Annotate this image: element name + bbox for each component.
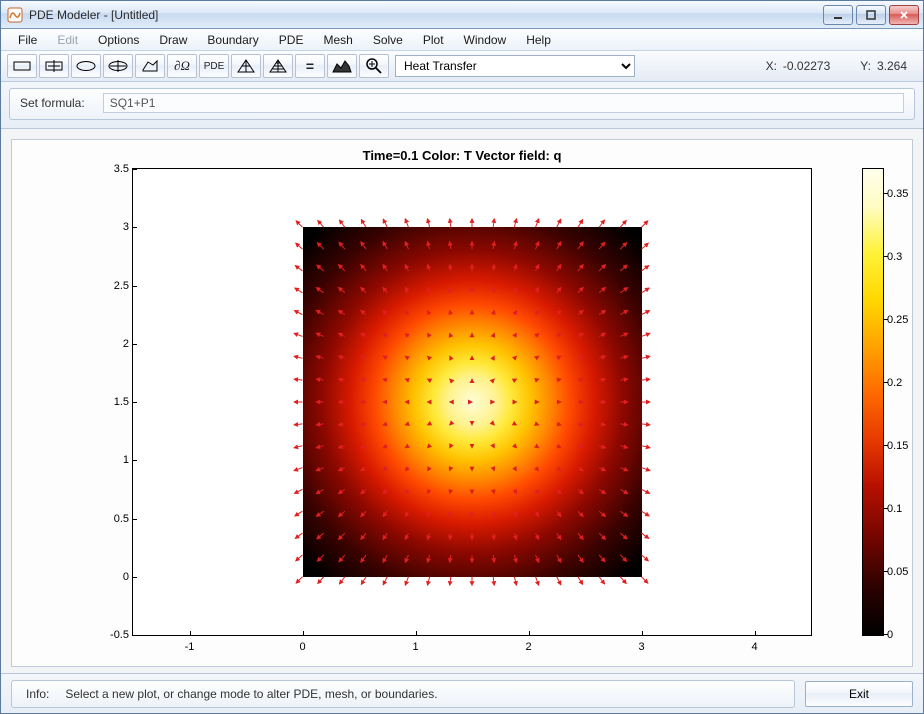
titlebar: PDE Modeler - [Untitled] [1,1,923,29]
menu-help[interactable]: Help [517,31,560,49]
formula-label: Set formula: [20,96,85,110]
y-tick: -0.5 [101,629,129,641]
menu-options[interactable]: Options [89,31,148,49]
menu-solve[interactable]: Solve [364,31,412,49]
y-tick: 0 [101,571,129,583]
colorbar-tick: 0.25 [887,314,919,326]
zoom-icon[interactable] [359,54,389,78]
y-tick: 3.5 [101,163,129,175]
maximize-button[interactable] [856,5,886,25]
app-icon [7,7,23,23]
pde-icon[interactable]: PDE [199,54,229,78]
toolbar: ∂Ω PDE = Heat Transfer X: -0.02273 Y: 3.26… [1,51,923,82]
x-tick: -1 [185,641,195,653]
formula-panel: Set formula: [9,88,915,120]
mesh-refine-icon[interactable] [263,54,293,78]
colorbar-tick: 0.35 [887,188,919,200]
menu-file[interactable]: File [9,31,46,49]
plot-solution-icon[interactable] [327,54,357,78]
chart-title: Time=0.1 Color: T Vector field: q [12,148,912,163]
plot-panel: Time=0.1 Color: T Vector field: q -10123… [11,139,913,667]
coord-y-label: Y: [860,59,871,73]
menu-boundary[interactable]: Boundary [198,31,267,49]
x-tick: 4 [751,641,757,653]
x-tick: 1 [412,641,418,653]
window-title: PDE Modeler - [Untitled] [29,8,823,22]
colorbar-tick: 0.05 [887,566,919,578]
menu-draw[interactable]: Draw [150,31,196,49]
rect-icon[interactable] [7,54,37,78]
menu-window[interactable]: Window [455,31,516,49]
menu-mesh[interactable]: Mesh [314,31,361,49]
exit-button[interactable]: Exit [805,681,913,707]
y-tick: 1 [101,454,129,466]
menubar: FileEditOptionsDrawBoundaryPDEMeshSolveP… [1,29,923,51]
close-button[interactable] [889,5,919,25]
y-tick: 2.5 [101,280,129,292]
polygon-icon[interactable] [135,54,165,78]
minimize-button[interactable] [823,5,853,25]
coord-x-label: X: [766,59,777,73]
menu-edit: Edit [48,31,87,49]
menu-plot[interactable]: Plot [414,31,453,49]
formula-input[interactable] [103,93,904,113]
info-panel: Info: Select a new plot, or change mode … [11,680,795,708]
menu-pde[interactable]: PDE [270,31,313,49]
colorbar-tick: 0.1 [887,503,919,515]
colorbar: 00.050.10.150.20.250.30.35 [862,168,884,636]
boundary-icon[interactable]: ∂Ω [167,54,197,78]
application-dropdown[interactable]: Heat Transfer [395,55,635,77]
colorbar-gradient [863,169,883,635]
y-tick: 3 [101,221,129,233]
colorbar-tick: 0.2 [887,377,919,389]
formula-bar: Set formula: [1,82,923,129]
rect-center-icon[interactable] [39,54,69,78]
coord-readout: X: -0.02273 Y: 3.264 [766,59,917,73]
chart-axes[interactable]: -101234-0.500.511.522.533.5 [132,168,812,636]
vector-field [133,169,811,635]
y-tick: 0.5 [101,513,129,525]
window-buttons [823,5,919,25]
x-tick: 2 [525,641,531,653]
info-message: Select a new plot, or change mode to alt… [65,687,437,701]
coord-x-value: -0.02273 [783,59,830,73]
solve-equals-icon[interactable]: = [295,54,325,78]
colorbar-tick: 0.15 [887,440,919,452]
bottom-bar: Info: Select a new plot, or change mode … [1,673,923,713]
coord-y-value: 3.264 [877,59,907,73]
plot-container: Time=0.1 Color: T Vector field: q -10123… [1,129,923,673]
colorbar-tick: 0 [887,629,919,641]
mesh-icon[interactable] [231,54,261,78]
info-label: Info: [26,687,49,701]
y-tick: 1.5 [101,396,129,408]
ellipse-icon[interactable] [71,54,101,78]
ellipse-center-icon[interactable] [103,54,133,78]
x-tick: 0 [299,641,305,653]
x-tick: 3 [638,641,644,653]
application-select[interactable]: Heat Transfer [395,55,635,77]
colorbar-tick: 0.3 [887,251,919,263]
y-tick: 2 [101,338,129,350]
